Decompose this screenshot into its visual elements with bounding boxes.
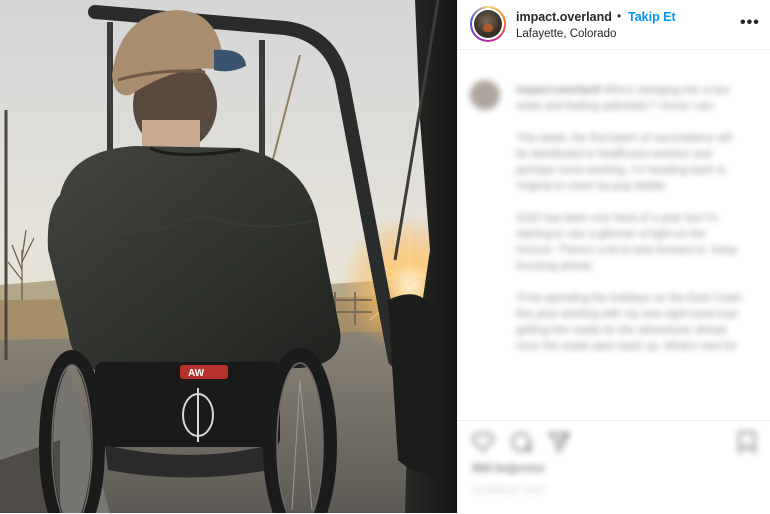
post-side-panel: impact.overland • Takip Et Lafayette, Co… [457, 0, 770, 513]
caption-paragraph: I'll be spending the holidays on the Eas… [516, 292, 742, 352]
comments-area[interactable]: impact.overland Who's swinging into a tw… [458, 52, 770, 420]
post-header: impact.overland • Takip Et Lafayette, Co… [458, 0, 770, 50]
post-photo[interactable]: AW [0, 0, 457, 513]
avatar-image [474, 10, 502, 38]
more-options-icon[interactable]: ••• [740, 14, 760, 32]
location-link[interactable]: Lafayette, Colorado [516, 28, 616, 40]
follow-button[interactable]: Takip Et [628, 10, 676, 24]
brand-mark: AW [188, 368, 205, 379]
caption-paragraph: This week, the first batch of vaccinatio… [516, 132, 732, 192]
username-link[interactable]: impact.overland [516, 10, 612, 24]
likes-count[interactable]: 968 beğenme [472, 463, 545, 475]
separator-dot: • [617, 9, 622, 23]
avatar[interactable] [470, 6, 506, 42]
bookmark-icon[interactable] [734, 429, 760, 455]
share-icon[interactable] [546, 429, 572, 455]
post-caption: impact.overland Who's swinging into a tw… [516, 82, 746, 370]
caption-avatar [470, 80, 500, 110]
caption-paragraph: 2020 has been one heck of a year but I'm… [516, 212, 738, 272]
comment-icon[interactable] [508, 429, 534, 455]
caption-author[interactable]: impact.overland [516, 84, 600, 96]
post-timestamp: 14 ARALIK 2020 [472, 485, 546, 495]
post-actions: 968 beğenme 14 ARALIK 2020 [458, 420, 770, 514]
heart-icon[interactable] [470, 429, 496, 455]
